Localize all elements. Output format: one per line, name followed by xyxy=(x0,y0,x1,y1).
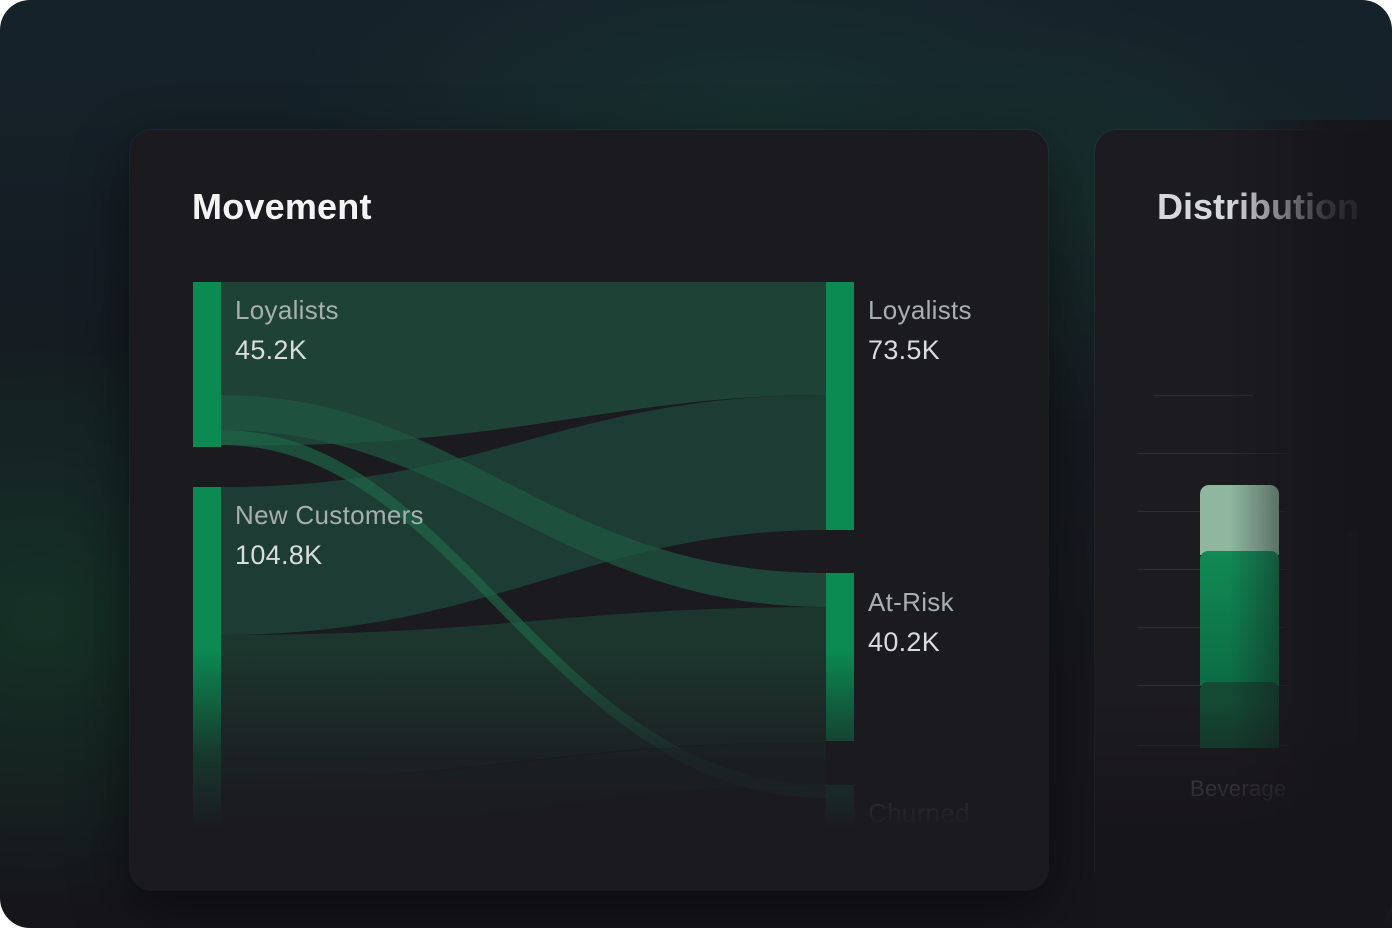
node-source-loyalists[interactable] xyxy=(193,282,221,447)
x-tick-label: Beverage xyxy=(1190,776,1287,801)
bar-segment-top[interactable] xyxy=(1200,485,1279,555)
target-at-risk-label: At-Risk xyxy=(868,587,954,617)
gridline xyxy=(1153,395,1253,396)
target-churned-label: Churned xyxy=(868,798,970,828)
source-new-customers-value: 104.8K xyxy=(235,540,323,570)
node-target-churned[interactable] xyxy=(826,785,854,885)
node-target-at-risk[interactable] xyxy=(826,573,854,741)
target-at-risk-value: 40.2K xyxy=(868,627,941,657)
gridline xyxy=(1137,453,1287,454)
distribution-card-title: Distribution xyxy=(1157,186,1359,227)
distribution-card: Distribution Beverage xyxy=(1095,130,1392,890)
node-source-new-customers[interactable] xyxy=(193,487,221,887)
bar-segment-bottom[interactable] xyxy=(1200,682,1279,748)
movement-card: Movement Loyalists 45.2K New Customers 1… xyxy=(130,130,1048,890)
bar-segment-middle[interactable] xyxy=(1200,551,1279,686)
node-target-loyalists[interactable] xyxy=(826,282,854,530)
source-loyalists-label: Loyalists xyxy=(235,295,339,325)
bar-partial[interactable] xyxy=(1348,530,1358,745)
target-loyalists-label: Loyalists xyxy=(868,295,972,325)
source-loyalists-value: 45.2K xyxy=(235,335,308,365)
target-loyalists-value: 73.5K xyxy=(868,335,941,365)
source-new-customers-label: New Customers xyxy=(235,500,424,530)
